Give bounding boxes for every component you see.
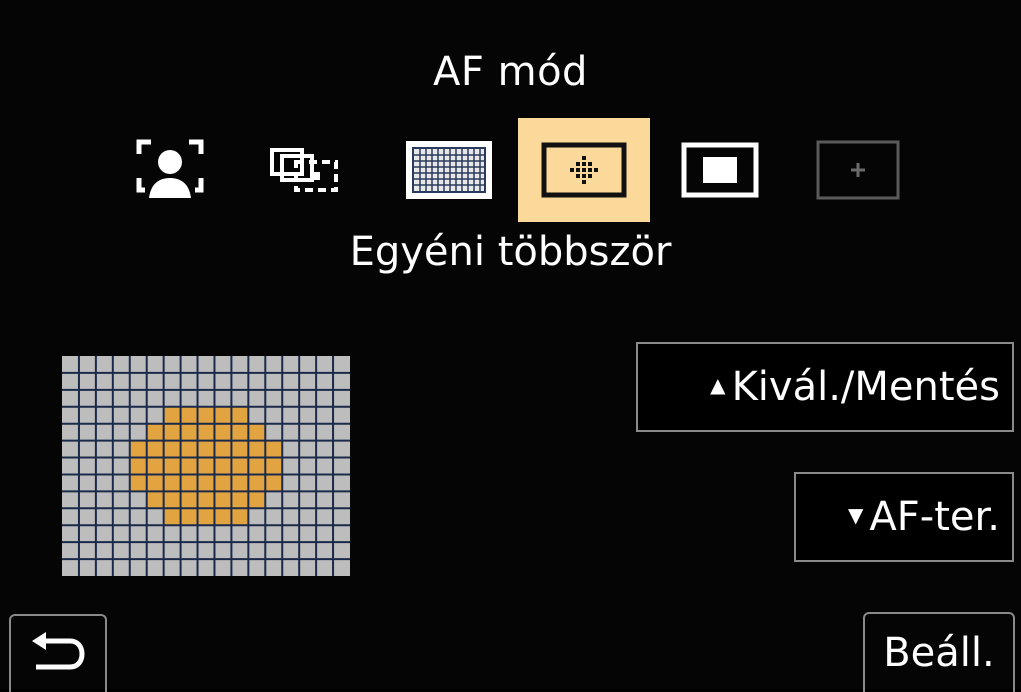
af-active-cell xyxy=(180,406,198,424)
af-active-cell xyxy=(231,508,249,526)
af-mode-1-area-button[interactable] xyxy=(668,118,772,222)
custom-multi-icon xyxy=(541,142,627,198)
af-active-cell xyxy=(214,491,232,509)
af-active-cell xyxy=(163,508,181,526)
af-active-cell xyxy=(265,440,283,458)
af-active-cell xyxy=(214,508,232,526)
af-active-cell xyxy=(197,457,215,475)
af-mode-selector xyxy=(0,118,1021,224)
af-active-cell xyxy=(197,491,215,509)
af-active-cell xyxy=(214,474,232,492)
af-active-cell xyxy=(129,474,147,492)
af-active-cell xyxy=(248,457,266,475)
af-active-cell xyxy=(231,457,249,475)
af-active-cell xyxy=(197,423,215,441)
select-save-button[interactable]: ▲ Kivál./Mentés xyxy=(636,342,1014,432)
selected-mode-label: Egyéni többször xyxy=(349,229,672,275)
af-mode-49-area-button[interactable] xyxy=(397,118,501,222)
af-active-cell xyxy=(265,457,283,475)
page-title: AF mód xyxy=(433,49,588,95)
af-active-cell xyxy=(231,440,249,458)
af-active-cell xyxy=(180,457,198,475)
triangle-up-icon: ▲ xyxy=(710,373,726,397)
af-active-cell xyxy=(248,440,266,458)
af-active-cell xyxy=(248,474,266,492)
af-active-cell xyxy=(163,457,181,475)
af-active-cell xyxy=(214,457,232,475)
af-active-cell xyxy=(146,440,164,458)
af-active-cell xyxy=(146,457,164,475)
set-button[interactable]: Beáll. xyxy=(863,612,1015,692)
af-active-cell xyxy=(129,440,147,458)
af-active-cell xyxy=(180,508,198,526)
af-active-cell xyxy=(146,423,164,441)
af-active-cell xyxy=(214,423,232,441)
af-active-cell xyxy=(180,474,198,492)
af-area-button[interactable]: ▼ AF-ter. xyxy=(794,472,1014,562)
af-active-cell xyxy=(180,423,198,441)
af-area-grid xyxy=(62,356,350,576)
af-active-cell xyxy=(214,440,232,458)
af-active-cell xyxy=(231,406,249,424)
af-active-cell xyxy=(265,474,283,492)
af-active-cell xyxy=(163,423,181,441)
af-mode-tracking-button[interactable] xyxy=(254,118,358,222)
af-mode-custom-multi-button[interactable] xyxy=(518,118,650,222)
af-active-cell xyxy=(231,423,249,441)
af-active-cell xyxy=(231,474,249,492)
af-active-cell xyxy=(163,474,181,492)
af-active-cell xyxy=(231,491,249,509)
return-arrow-icon xyxy=(32,632,85,670)
af-active-cell xyxy=(197,440,215,458)
select-save-label: Kivál./Mentés xyxy=(731,364,1000,410)
camera-menu-screen: AF mód Egyéni többször ▲ Kivál./Mentés ▼… xyxy=(0,0,1021,692)
af-active-cell xyxy=(197,474,215,492)
af-active-cell xyxy=(197,406,215,424)
af-active-cell xyxy=(180,440,198,458)
af-active-cell xyxy=(180,491,198,509)
tracking-icon xyxy=(270,148,338,192)
af-active-cell xyxy=(146,474,164,492)
af-mode-face-detection-button[interactable] xyxy=(118,118,222,222)
af-active-cell xyxy=(214,406,232,424)
af-active-cell xyxy=(248,423,266,441)
af-active-cell xyxy=(248,491,266,509)
af-active-cell xyxy=(197,508,215,526)
49-area-icon xyxy=(406,141,492,199)
triangle-down-icon: ▼ xyxy=(848,503,864,527)
af-active-cell xyxy=(129,457,147,475)
af-active-cell xyxy=(163,440,181,458)
1-area-icon xyxy=(681,142,759,198)
face-eye-detection-icon xyxy=(136,139,204,198)
pinpoint-icon xyxy=(816,140,900,200)
af-mode-pinpoint-button[interactable] xyxy=(806,118,910,222)
af-active-cell xyxy=(163,491,181,509)
af-area-label: AF-ter. xyxy=(869,494,1000,540)
af-active-cell xyxy=(163,406,181,424)
back-button[interactable] xyxy=(9,614,107,692)
af-active-cell xyxy=(146,491,164,509)
af-area-grid-preview xyxy=(62,356,350,576)
